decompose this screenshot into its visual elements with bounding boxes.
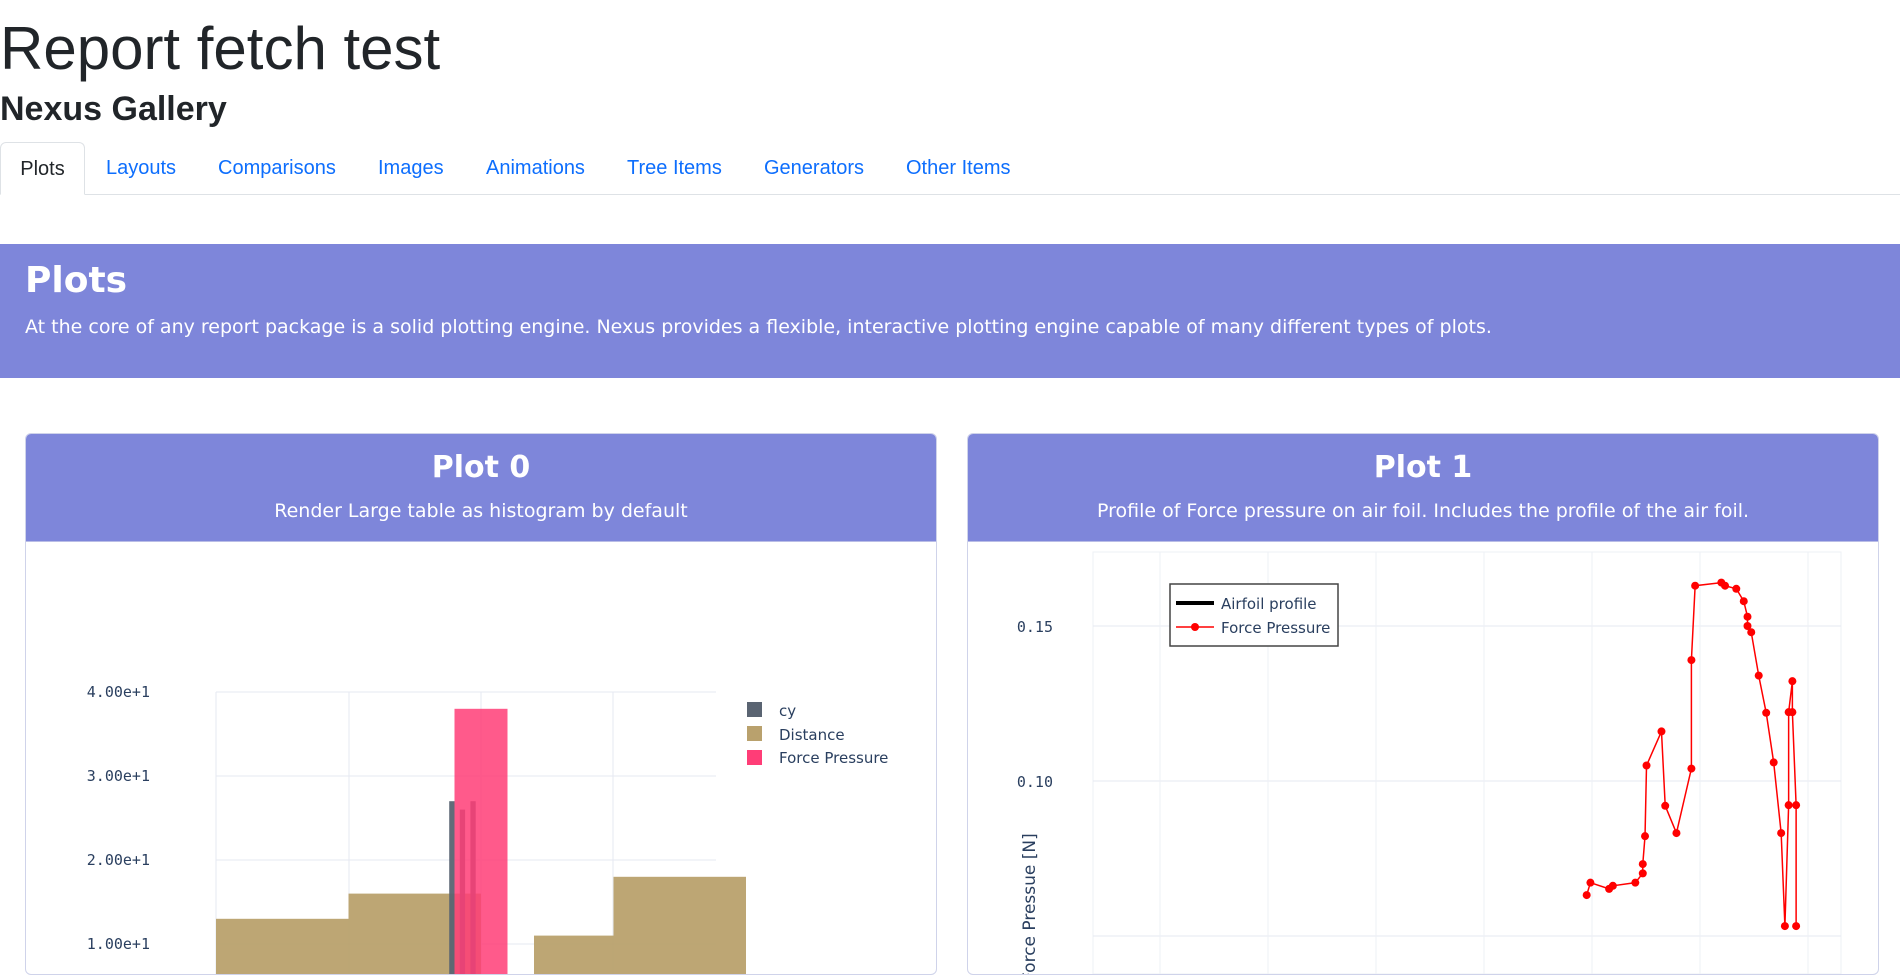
plot1-series: [1582, 578, 1801, 931]
plot1-ytick-label: 0.10: [1017, 773, 1053, 791]
plot-card-1-header: Plot 1 Profile of Force pressure on air …: [968, 434, 1878, 542]
banner-title: Plots: [25, 260, 128, 301]
plot0-ytick-label: 3.00e+1: [87, 767, 150, 785]
force-pressure-point: [1732, 584, 1741, 593]
plot1-ytick-label: 0.15: [1017, 618, 1053, 636]
plot-card-1-subtitle: Profile of Force pressure on air foil. I…: [1096, 500, 1750, 522]
plot0-legend[interactable]: cy Distance Force Pressure: [747, 702, 888, 767]
histogram-bar: [534, 935, 614, 974]
plot0-ytick-label: 4.00e+1: [87, 683, 150, 701]
force-pressure-point: [1638, 869, 1647, 878]
legend-swatch-force-pressure: [747, 750, 762, 765]
force-pressure-point: [1792, 922, 1801, 931]
histogram-bar: [613, 876, 746, 974]
histogram-bar: [454, 708, 508, 974]
banner-description: At the core of any report package is a s…: [25, 316, 1492, 338]
legend-label-airfoil: Airfoil profile: [1221, 595, 1317, 613]
plot-card-0-subtitle: Render Large table as histogram by defau…: [274, 500, 688, 522]
force-pressure-point: [1657, 727, 1666, 736]
legend-label-force-pressure: Force Pressure: [779, 749, 888, 767]
plot-card-0-header: Plot 0 Render Large table as histogram b…: [26, 434, 936, 542]
force-pressure-point: [1721, 581, 1730, 590]
plot-card-1: Plot 1 Profile of Force pressure on air …: [967, 433, 1879, 975]
force-pressure-point: [1641, 832, 1650, 841]
tab-layouts[interactable]: Layouts: [106, 142, 176, 194]
tab-animations[interactable]: Animations: [486, 142, 585, 194]
force-pressure-point: [1754, 671, 1763, 680]
force-pressure-point: [1661, 801, 1670, 810]
plots-banner: Plots At the core of any report package …: [0, 244, 1900, 378]
force-pressure-point: [1586, 878, 1595, 887]
force-pressure-point: [1747, 628, 1756, 637]
tab-generators[interactable]: Generators: [764, 142, 864, 194]
plot0-ytick-label: 1.00e+1: [87, 935, 150, 953]
force-pressure-point: [1608, 881, 1617, 890]
force-pressure-point: [1739, 597, 1748, 606]
legend-marker-force-pressure: [1191, 623, 1199, 631]
histogram-plot[interactable]: 4.00e+1 3.00e+1 2.00e+1 1.00e+1 cy Dista…: [26, 542, 936, 974]
force-pressure-point: [1672, 829, 1681, 838]
legend-swatch-distance: [747, 726, 762, 741]
tab-images[interactable]: Images: [378, 142, 444, 194]
legend-swatch-cy: [747, 702, 762, 717]
tab-comparisons[interactable]: Comparisons: [218, 142, 336, 194]
force-pressure-point: [1788, 708, 1797, 717]
plot1-legend[interactable]: Airfoil profile Force Pressure: [1169, 583, 1339, 647]
tab-tree-items[interactable]: Tree Items: [627, 142, 722, 194]
force-pressure-point: [1762, 708, 1771, 717]
force-pressure-point: [1780, 922, 1789, 931]
legend-label-distance: Distance: [779, 726, 845, 744]
force-pressure-point: [1631, 878, 1640, 887]
force-pressure-point: [1582, 891, 1591, 900]
force-pressure-point: [1792, 801, 1801, 810]
gallery-title: Nexus Gallery: [0, 90, 227, 128]
force-pressure-plot[interactable]: 0.15 0.10 Force Pressue [N] Airfoil prof…: [968, 542, 1878, 974]
plot0-ytick-label: 2.00e+1: [87, 851, 150, 869]
force-pressure-point: [1743, 612, 1752, 621]
force-pressure-line: [1585, 581, 1797, 927]
gallery-tabs: Plots Layouts Comparisons Images Animati…: [0, 142, 1900, 195]
plot-card-0-title: Plot 0: [431, 450, 531, 485]
legend-label-cy: cy: [779, 702, 796, 720]
force-pressure-point: [1788, 677, 1797, 686]
legend-label-force-pressure: Force Pressure: [1221, 619, 1330, 637]
page-title: Report fetch test: [0, 15, 441, 82]
plot0-bars: [216, 708, 746, 974]
histogram-bar: [216, 918, 349, 974]
tab-other-items[interactable]: Other Items: [906, 142, 1010, 194]
force-pressure-point: [1784, 801, 1793, 810]
tab-plots[interactable]: Plots: [0, 142, 85, 195]
force-pressure-point: [1687, 656, 1696, 665]
plot-card-1-title: Plot 1: [1373, 450, 1473, 485]
force-pressure-point: [1642, 761, 1651, 770]
force-pressure-point: [1638, 860, 1647, 869]
histogram-bar: [449, 801, 455, 974]
force-pressure-point: [1687, 764, 1696, 773]
force-pressure-point: [1691, 581, 1700, 590]
plot-card-0: Plot 0 Render Large table as histogram b…: [25, 433, 937, 975]
force-pressure-point: [1777, 829, 1786, 838]
plot1-y-axis-label: Force Pressue [N]: [1020, 833, 1040, 974]
force-pressure-point: [1769, 758, 1778, 767]
